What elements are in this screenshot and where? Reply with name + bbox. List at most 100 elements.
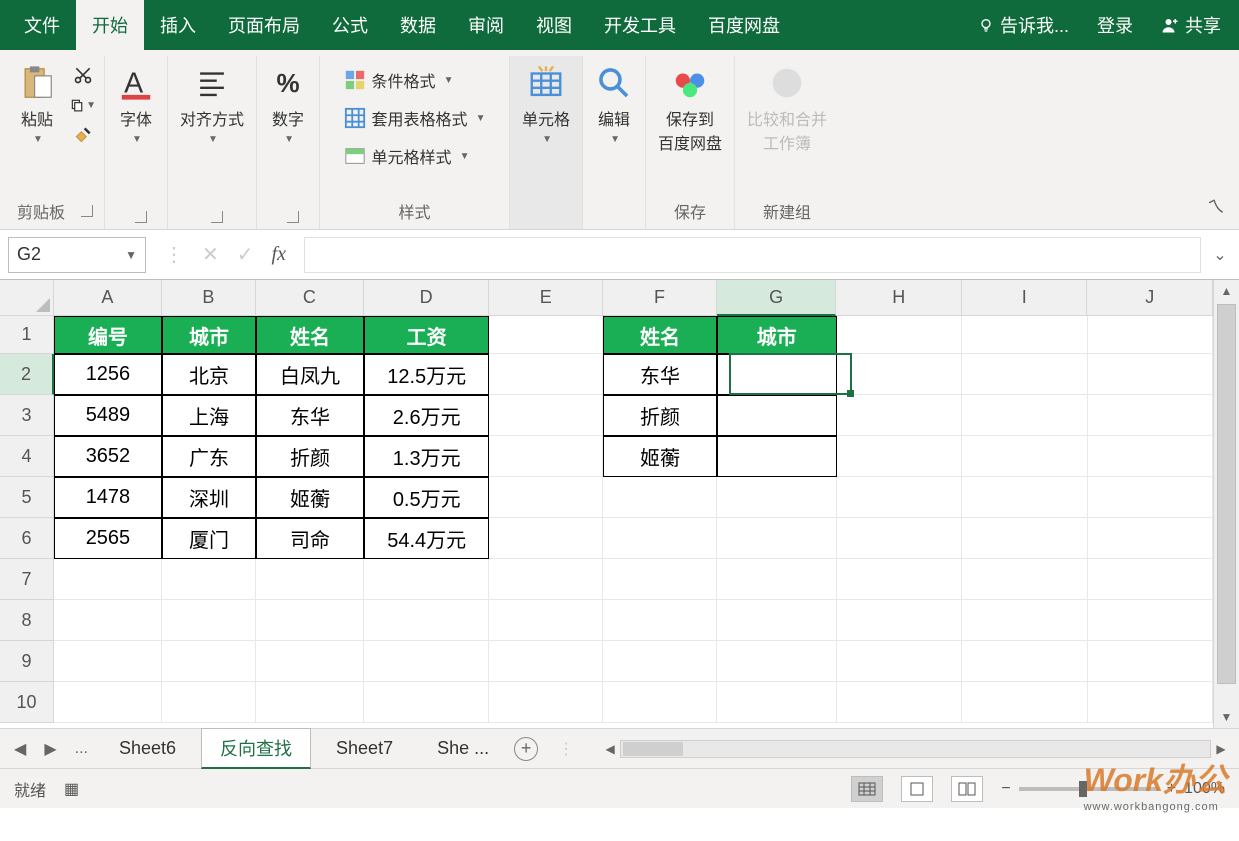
- cell[interactable]: [837, 354, 962, 395]
- column-header[interactable]: B: [162, 280, 256, 316]
- cell[interactable]: [603, 477, 717, 518]
- formula-bar[interactable]: [304, 237, 1201, 273]
- column-header[interactable]: D: [364, 280, 490, 316]
- cell[interactable]: [962, 641, 1088, 682]
- cell[interactable]: [962, 354, 1087, 395]
- column-header[interactable]: H: [836, 280, 962, 316]
- row-header[interactable]: 9: [0, 641, 54, 682]
- cell[interactable]: [962, 395, 1087, 436]
- cell[interactable]: [489, 316, 603, 354]
- cell[interactable]: 姓名: [256, 316, 364, 354]
- cut-button[interactable]: [70, 64, 96, 86]
- cell[interactable]: [717, 682, 837, 723]
- format-as-table-button[interactable]: 套用表格格式▼: [340, 104, 490, 132]
- cell[interactable]: [489, 518, 603, 559]
- cell[interactable]: [603, 559, 717, 600]
- cell[interactable]: 编号: [54, 316, 162, 354]
- horizontal-scrollbar[interactable]: ◀▶: [600, 738, 1231, 760]
- column-header[interactable]: E: [489, 280, 603, 316]
- cell[interactable]: [837, 395, 962, 436]
- cell[interactable]: [489, 641, 603, 682]
- cancel-formula-button[interactable]: ✕: [202, 242, 219, 267]
- cell[interactable]: 姓名: [603, 316, 717, 354]
- cell[interactable]: 姬蘅: [256, 477, 364, 518]
- zoom-in-button[interactable]: +: [1167, 780, 1176, 798]
- align-launcher[interactable]: [211, 211, 223, 223]
- cell[interactable]: 折颜: [603, 395, 717, 436]
- new-sheet-button[interactable]: +: [514, 737, 538, 761]
- row-header[interactable]: 8: [0, 600, 54, 641]
- vertical-scrollbar[interactable]: ▲ ▼: [1213, 280, 1239, 728]
- cell[interactable]: 东华: [256, 395, 364, 436]
- cell[interactable]: 54.4万元: [364, 518, 490, 559]
- page-break-view-button[interactable]: [951, 776, 983, 802]
- tab-file[interactable]: 文件: [8, 0, 76, 50]
- cell[interactable]: [1088, 316, 1213, 354]
- alignment-button[interactable]: 对齐方式▼: [176, 60, 248, 149]
- cell[interactable]: [162, 682, 256, 723]
- cell[interactable]: [717, 354, 837, 395]
- cell[interactable]: [717, 436, 837, 477]
- cell[interactable]: [837, 316, 962, 354]
- cell[interactable]: [717, 518, 837, 559]
- cell[interactable]: 12.5万元: [364, 354, 490, 395]
- cell[interactable]: [256, 559, 364, 600]
- column-header[interactable]: G: [717, 280, 837, 316]
- number-button[interactable]: % 数字▼: [265, 60, 311, 149]
- share-button[interactable]: 共享: [1151, 12, 1231, 38]
- cell-styles-button[interactable]: 单元格样式▼: [340, 142, 474, 170]
- cell[interactable]: [837, 518, 962, 559]
- format-painter-button[interactable]: [70, 124, 96, 146]
- cell[interactable]: 白凤九: [256, 354, 364, 395]
- cell[interactable]: [603, 641, 717, 682]
- conditional-formatting-button[interactable]: 条件格式▼: [340, 66, 458, 94]
- save-to-baidu-button[interactable]: 保存到 百度网盘: [654, 60, 726, 158]
- enter-formula-button[interactable]: ✓: [237, 242, 254, 267]
- sheet-tab[interactable]: Sheet6: [100, 731, 195, 766]
- row-header[interactable]: 4: [0, 436, 54, 477]
- cell[interactable]: 1256: [54, 354, 162, 395]
- fx-button[interactable]: fx: [272, 243, 286, 266]
- macro-record-icon[interactable]: ▦: [64, 779, 79, 799]
- column-header[interactable]: C: [256, 280, 364, 316]
- cell[interactable]: [717, 477, 837, 518]
- row-header[interactable]: 10: [0, 682, 54, 723]
- name-box[interactable]: G2▼: [8, 237, 146, 273]
- login-button[interactable]: 登录: [1087, 12, 1143, 38]
- row-header[interactable]: 2: [0, 354, 54, 395]
- tab-insert[interactable]: 插入: [144, 0, 212, 50]
- cell[interactable]: [489, 600, 603, 641]
- cell[interactable]: 城市: [162, 316, 256, 354]
- column-header[interactable]: I: [962, 280, 1088, 316]
- zoom-out-button[interactable]: −: [1001, 780, 1010, 798]
- cell[interactable]: [54, 559, 162, 600]
- cell[interactable]: 1.3万元: [364, 436, 490, 477]
- number-launcher[interactable]: [287, 211, 299, 223]
- cells-button[interactable]: 单元格▼: [518, 60, 574, 149]
- cell[interactable]: 姬蘅: [603, 436, 717, 477]
- zoom-control[interactable]: − + 100%: [1001, 780, 1225, 798]
- cell[interactable]: 1478: [54, 477, 162, 518]
- scroll-down-button[interactable]: ▼: [1214, 706, 1239, 728]
- cell[interactable]: [1088, 559, 1213, 600]
- cell[interactable]: 工资: [364, 316, 490, 354]
- page-layout-view-button[interactable]: [901, 776, 933, 802]
- cell[interactable]: [364, 600, 490, 641]
- sheet-tab[interactable]: She ...: [418, 731, 508, 766]
- cell[interactable]: [489, 559, 603, 600]
- tab-review[interactable]: 审阅: [452, 0, 520, 50]
- cell[interactable]: [162, 641, 256, 682]
- cell[interactable]: [54, 682, 162, 723]
- cell[interactable]: [364, 682, 490, 723]
- cell[interactable]: 城市: [717, 316, 837, 354]
- cell[interactable]: [837, 436, 962, 477]
- sheet-tab[interactable]: Sheet7: [317, 731, 412, 766]
- cell[interactable]: 东华: [603, 354, 717, 395]
- row-header[interactable]: 6: [0, 518, 54, 559]
- zoom-slider[interactable]: [1019, 787, 1159, 791]
- cell[interactable]: [54, 600, 162, 641]
- font-button[interactable]: A 字体▼: [113, 60, 159, 149]
- cell[interactable]: [364, 641, 490, 682]
- sheet-nav-prev[interactable]: ◀: [8, 739, 32, 759]
- row-header[interactable]: 7: [0, 559, 54, 600]
